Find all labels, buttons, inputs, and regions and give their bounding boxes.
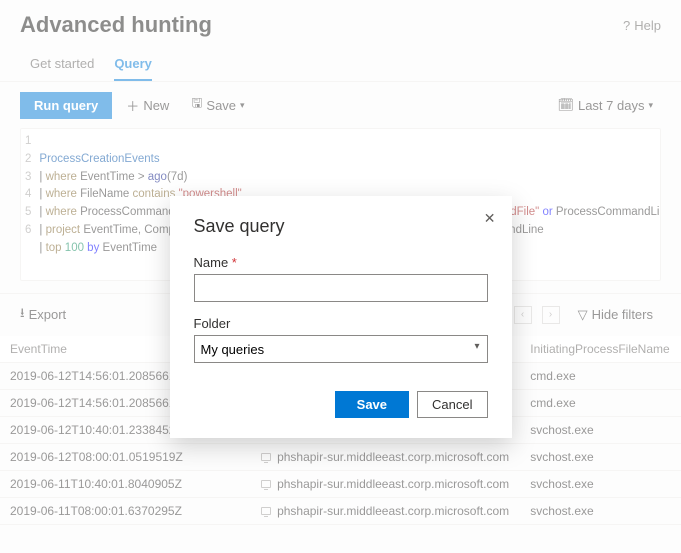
folder-select[interactable] [194, 335, 488, 363]
name-label: Name [194, 255, 488, 270]
dialog-save-button[interactable]: Save [335, 391, 409, 418]
name-input[interactable] [194, 274, 488, 302]
folder-label: Folder [194, 316, 488, 331]
save-query-dialog: ✕ Save query Name Folder ▾ Save Cancel [170, 196, 512, 438]
dialog-title: Save query [194, 216, 488, 237]
dialog-cancel-button[interactable]: Cancel [417, 391, 487, 418]
close-icon[interactable]: ✕ [484, 210, 496, 227]
modal-overlay: ✕ Save query Name Folder ▾ Save Cancel [0, 0, 681, 553]
